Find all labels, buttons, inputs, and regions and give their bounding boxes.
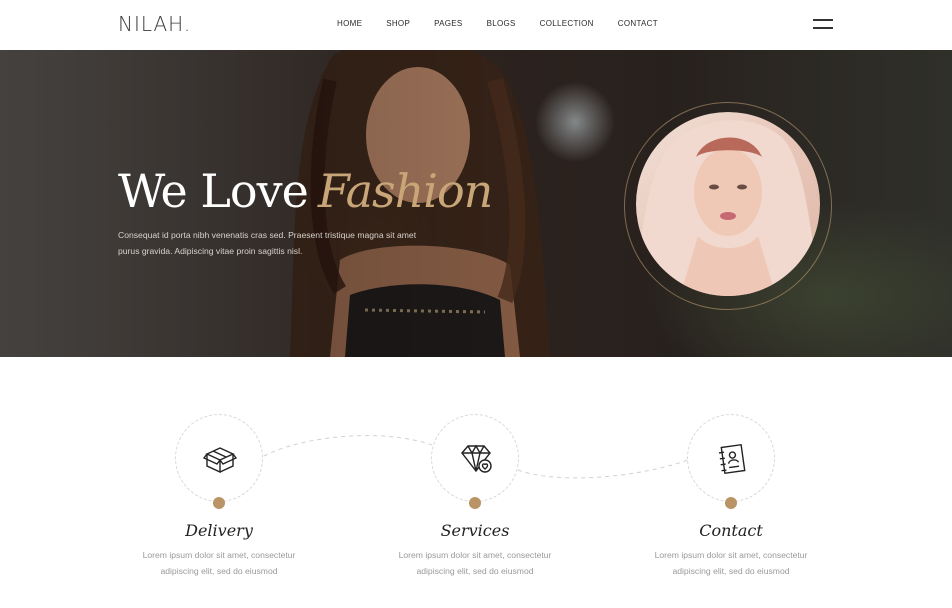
feature-services-text: Lorem ipsum dolor sit amet, consectetur … (375, 547, 575, 579)
nav-item-collection[interactable]: COLLECTION (540, 19, 594, 28)
diamond-icon (461, 444, 492, 473)
feature-contact-text: Lorem ipsum dolor sit amet, consectetur … (631, 547, 831, 579)
hero-title-plain: We Love (118, 164, 309, 218)
feature-services-circle[interactable] (431, 414, 519, 502)
hero-title: We Love Fashion (118, 164, 493, 218)
hero-subtitle: Consequat id porta nibh venenatis cras s… (118, 227, 448, 259)
nav-item-contact[interactable]: CONTACT (618, 19, 658, 28)
hero-subtitle-line: purus gravida. Adipiscing vitae proin sa… (118, 246, 303, 256)
contact-book-icon (718, 443, 746, 475)
feature-text-line: Lorem ipsum dolor sit amet, consectetur (398, 550, 552, 560)
feature-text-line: Lorem ipsum dolor sit amet, consectetur (142, 550, 296, 560)
feature-delivery-circle[interactable] (175, 414, 263, 502)
feature-contact-title: Contact (699, 521, 763, 540)
nav-item-shop[interactable]: SHOP (386, 19, 410, 28)
feature-services-title: Services (440, 521, 510, 540)
site-header: NILAH. HOME SHOP PAGES BLOGS COLLECTION … (0, 0, 952, 50)
features-section: Delivery Lorem ipsum dolor sit amet, con… (0, 357, 952, 608)
hero-section: We Love Fashion Consequat id porta nibh v… (0, 50, 952, 357)
feature-delivery-title: Delivery (185, 521, 253, 540)
hero-subtitle-line: Consequat id porta nibh venenatis cras s… (118, 230, 417, 240)
nav-item-blogs[interactable]: BLOGS (487, 19, 516, 28)
nav-item-home[interactable]: HOME (337, 19, 362, 28)
feature-delivery-dot (213, 497, 225, 509)
feature-contact-dot (725, 497, 737, 509)
hamburger-menu-icon[interactable] (813, 18, 833, 30)
feature-text-line: adipiscing elit, sed do eiusmod (672, 566, 790, 576)
feature-delivery-text: Lorem ipsum dolor sit amet, consectetur … (119, 547, 319, 579)
box-icon (203, 447, 237, 474)
main-nav: HOME SHOP PAGES BLOGS COLLECTION CONTACT (337, 19, 658, 28)
feature-text-line: Lorem ipsum dolor sit amet, consectetur (654, 550, 808, 560)
feature-text-line: adipiscing elit, sed do eiusmod (416, 566, 534, 576)
feature-services-dot (469, 497, 481, 509)
feature-text-line: adipiscing elit, sed do eiusmod (160, 566, 278, 576)
feature-contact-circle[interactable] (687, 414, 775, 502)
site-logo[interactable]: NILAH. (118, 12, 191, 36)
portrait-image (636, 112, 820, 296)
nav-item-pages[interactable]: PAGES (434, 19, 462, 28)
hero-title-accent: Fashion (317, 164, 493, 218)
